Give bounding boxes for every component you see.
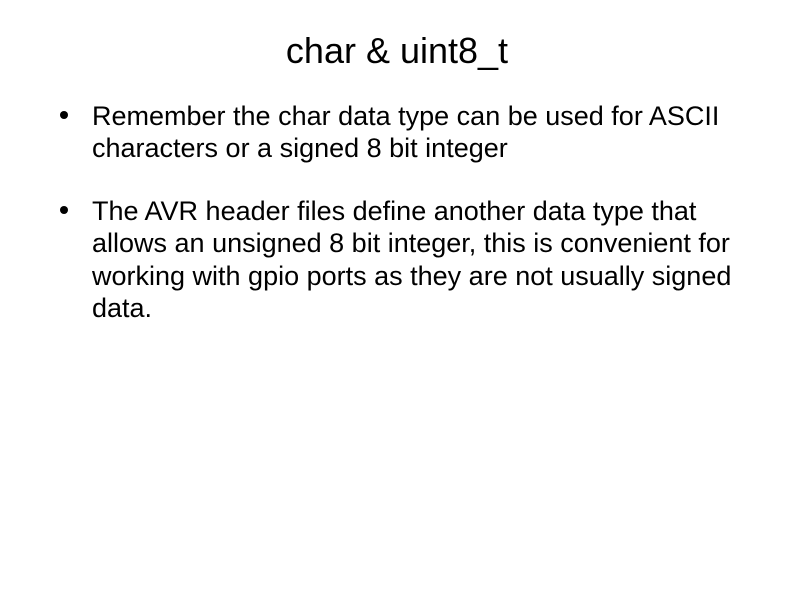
bullet-item: Remember the char data type can be used … (60, 100, 754, 165)
bullet-item: The AVR header files define another data… (60, 195, 754, 325)
slide-title: char & uint8_t (40, 30, 754, 72)
slide: char & uint8_t Remember the char data ty… (0, 0, 794, 595)
bullet-list: Remember the char data type can be used … (40, 100, 754, 324)
